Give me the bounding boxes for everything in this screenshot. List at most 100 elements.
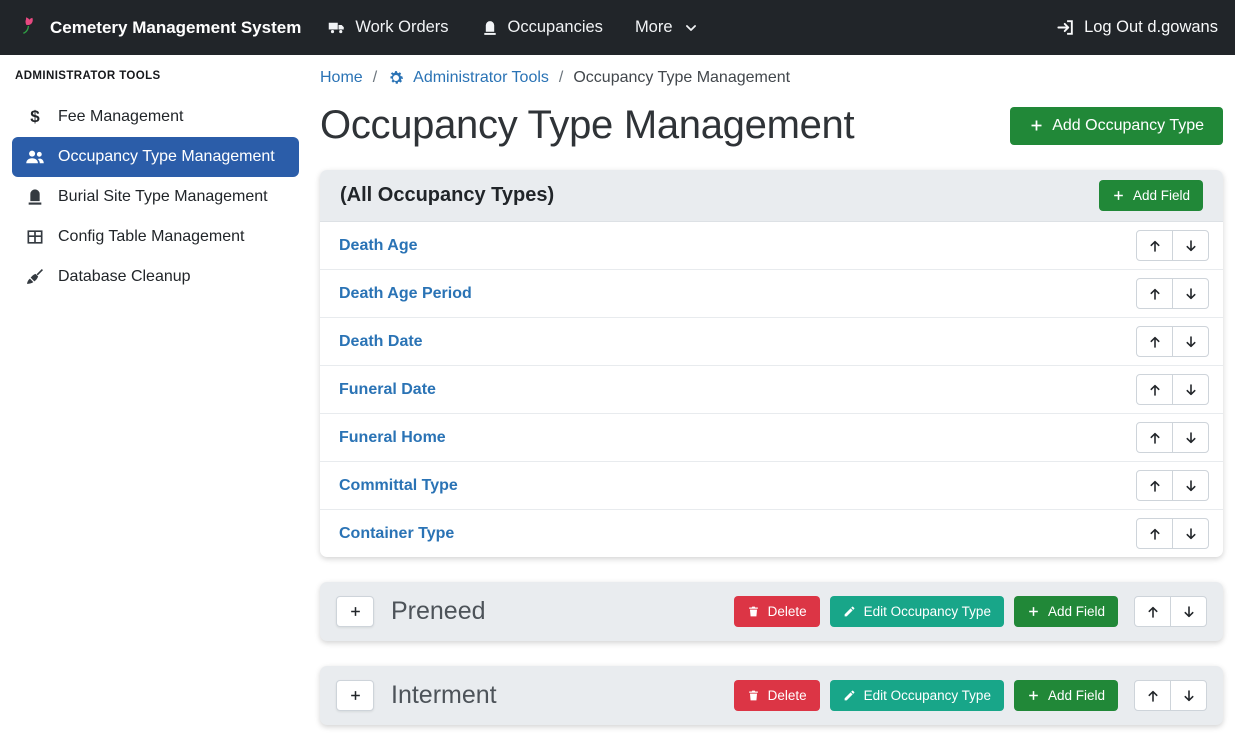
sidebar-item-label: Burial Site Type Management [58, 188, 268, 206]
edit-occupancy-type-button[interactable]: Edit Occupancy Type [830, 680, 1004, 711]
breadcrumb-home-label: Home [320, 69, 363, 87]
add-occupancy-type-button[interactable]: Add Occupancy Type [1010, 107, 1223, 145]
field-row: Funeral Home [320, 414, 1223, 462]
field-row: Funeral Date [320, 366, 1223, 414]
arrow-down-icon [1184, 431, 1198, 445]
move-up-button[interactable] [1136, 326, 1173, 357]
arrow-up-icon [1148, 479, 1162, 493]
plus-icon [349, 689, 362, 702]
nav-more[interactable]: More [635, 18, 698, 37]
section-actions: Delete Edit Occupancy Type Add Field [734, 596, 1207, 627]
field-row: Death Age [320, 222, 1223, 270]
breadcrumb-separator: / [373, 69, 377, 87]
move-up-button[interactable] [1136, 230, 1173, 261]
arrow-down-icon [1182, 605, 1196, 619]
occupancy-type-section-preneed: Preneed Delete Edit Occupancy Type Add F… [320, 582, 1223, 641]
move-up-button[interactable] [1136, 422, 1173, 453]
sidebar-item-config-table-management[interactable]: Config Table Management [12, 217, 299, 257]
all-occupancy-types-card: (All Occupancy Types) Add Field Death Ag… [320, 170, 1223, 557]
field-row: Death Age Period [320, 270, 1223, 318]
field-row: Committal Type [320, 462, 1223, 510]
card-title: (All Occupancy Types) [340, 184, 554, 207]
logout-label: Log Out d.gowans [1084, 18, 1218, 37]
app-brand[interactable]: Cemetery Management System [17, 16, 301, 39]
nav-work-orders-label: Work Orders [355, 18, 448, 37]
sidebar-item-burial-site-type-management[interactable]: Burial Site Type Management [12, 177, 299, 217]
sidebar-item-occupancy-type-management[interactable]: Occupancy Type Management [12, 137, 299, 177]
field-row: Container Type [320, 510, 1223, 557]
move-down-button[interactable] [1172, 278, 1209, 309]
breadcrumb-current: Occupancy Type Management [573, 69, 790, 87]
edit-occupancy-type-button[interactable]: Edit Occupancy Type [830, 596, 1004, 627]
move-down-button[interactable] [1172, 230, 1209, 261]
dollar-icon: $ [25, 107, 45, 127]
move-down-button[interactable] [1172, 374, 1209, 405]
arrow-up-icon [1148, 527, 1162, 541]
field-link[interactable]: Death Age Period [334, 285, 472, 303]
arrow-up-icon [1148, 335, 1162, 349]
add-field-label: Add Field [1048, 688, 1105, 703]
sidebar-heading: ADMINISTRATOR TOOLS [15, 70, 299, 82]
move-up-button[interactable] [1136, 374, 1173, 405]
edit-label: Edit Occupancy Type [864, 604, 991, 619]
nav-work-orders[interactable]: Work Orders [328, 18, 448, 37]
reorder-buttons [1136, 230, 1209, 261]
move-down-button[interactable] [1170, 680, 1207, 711]
nav-more-label: More [635, 18, 673, 37]
truck-icon [328, 19, 346, 37]
reorder-buttons [1136, 278, 1209, 309]
arrow-up-icon [1148, 239, 1162, 253]
sidebar-item-label: Config Table Management [58, 228, 245, 246]
nav-occupancies[interactable]: Occupancies [481, 18, 603, 37]
move-down-button[interactable] [1170, 596, 1207, 627]
sidebar-item-database-cleanup[interactable]: Database Cleanup [12, 257, 299, 297]
plus-icon [1027, 689, 1040, 702]
arrow-down-icon [1184, 383, 1198, 397]
title-row: Occupancy Type Management Add Occupancy … [320, 103, 1223, 148]
occupancy-type-section-interment: Interment Delete Edit Occupancy Type Add… [320, 666, 1223, 725]
breadcrumb-admin-tools-link[interactable]: Administrator Tools [387, 69, 549, 87]
field-link[interactable]: Container Type [334, 525, 454, 543]
expand-button[interactable] [336, 680, 374, 711]
move-up-button[interactable] [1134, 680, 1171, 711]
admin-tools-sidebar: ADMINISTRATOR TOOLS $ Fee Management Occ… [0, 55, 308, 738]
move-down-button[interactable] [1172, 470, 1209, 501]
sidebar-item-label: Occupancy Type Management [58, 148, 275, 166]
delete-button[interactable]: Delete [734, 680, 820, 711]
move-up-button[interactable] [1136, 278, 1173, 309]
delete-label: Delete [768, 604, 807, 619]
plus-icon [1112, 189, 1125, 202]
field-link[interactable]: Death Age [334, 237, 418, 255]
field-link[interactable]: Funeral Home [334, 429, 446, 447]
add-field-button[interactable]: Add Field [1099, 180, 1203, 211]
move-down-button[interactable] [1172, 422, 1209, 453]
field-link[interactable]: Death Date [334, 333, 423, 351]
arrow-up-icon [1148, 383, 1162, 397]
move-up-button[interactable] [1136, 470, 1173, 501]
move-down-button[interactable] [1172, 326, 1209, 357]
field-link[interactable]: Committal Type [334, 477, 458, 495]
nav-occupancies-label: Occupancies [508, 18, 603, 37]
move-up-button[interactable] [1136, 518, 1173, 549]
breadcrumb-admin-tools-label: Administrator Tools [413, 69, 549, 87]
move-up-button[interactable] [1134, 596, 1171, 627]
expand-button[interactable] [336, 596, 374, 627]
add-field-button[interactable]: Add Field [1014, 596, 1118, 627]
app-title: Cemetery Management System [50, 18, 301, 38]
move-down-button[interactable] [1172, 518, 1209, 549]
arrow-up-icon [1146, 605, 1160, 619]
add-field-button[interactable]: Add Field [1014, 680, 1118, 711]
breadcrumb-home-link[interactable]: Home [320, 69, 363, 87]
app-body: ADMINISTRATOR TOOLS $ Fee Management Occ… [0, 55, 1235, 738]
delete-button[interactable]: Delete [734, 596, 820, 627]
section-actions: Delete Edit Occupancy Type Add Field [734, 680, 1207, 711]
field-link[interactable]: Funeral Date [334, 381, 436, 399]
page-title: Occupancy Type Management [320, 103, 854, 148]
sidebar-item-fee-management[interactable]: $ Fee Management [12, 97, 299, 137]
arrow-down-icon [1184, 335, 1198, 349]
reorder-buttons [1134, 596, 1207, 627]
add-field-label: Add Field [1133, 188, 1190, 203]
top-navbar: Cemetery Management System Work Orders O… [0, 0, 1235, 55]
logout-button[interactable]: Log Out d.gowans [1056, 18, 1218, 37]
table-icon [25, 227, 45, 247]
